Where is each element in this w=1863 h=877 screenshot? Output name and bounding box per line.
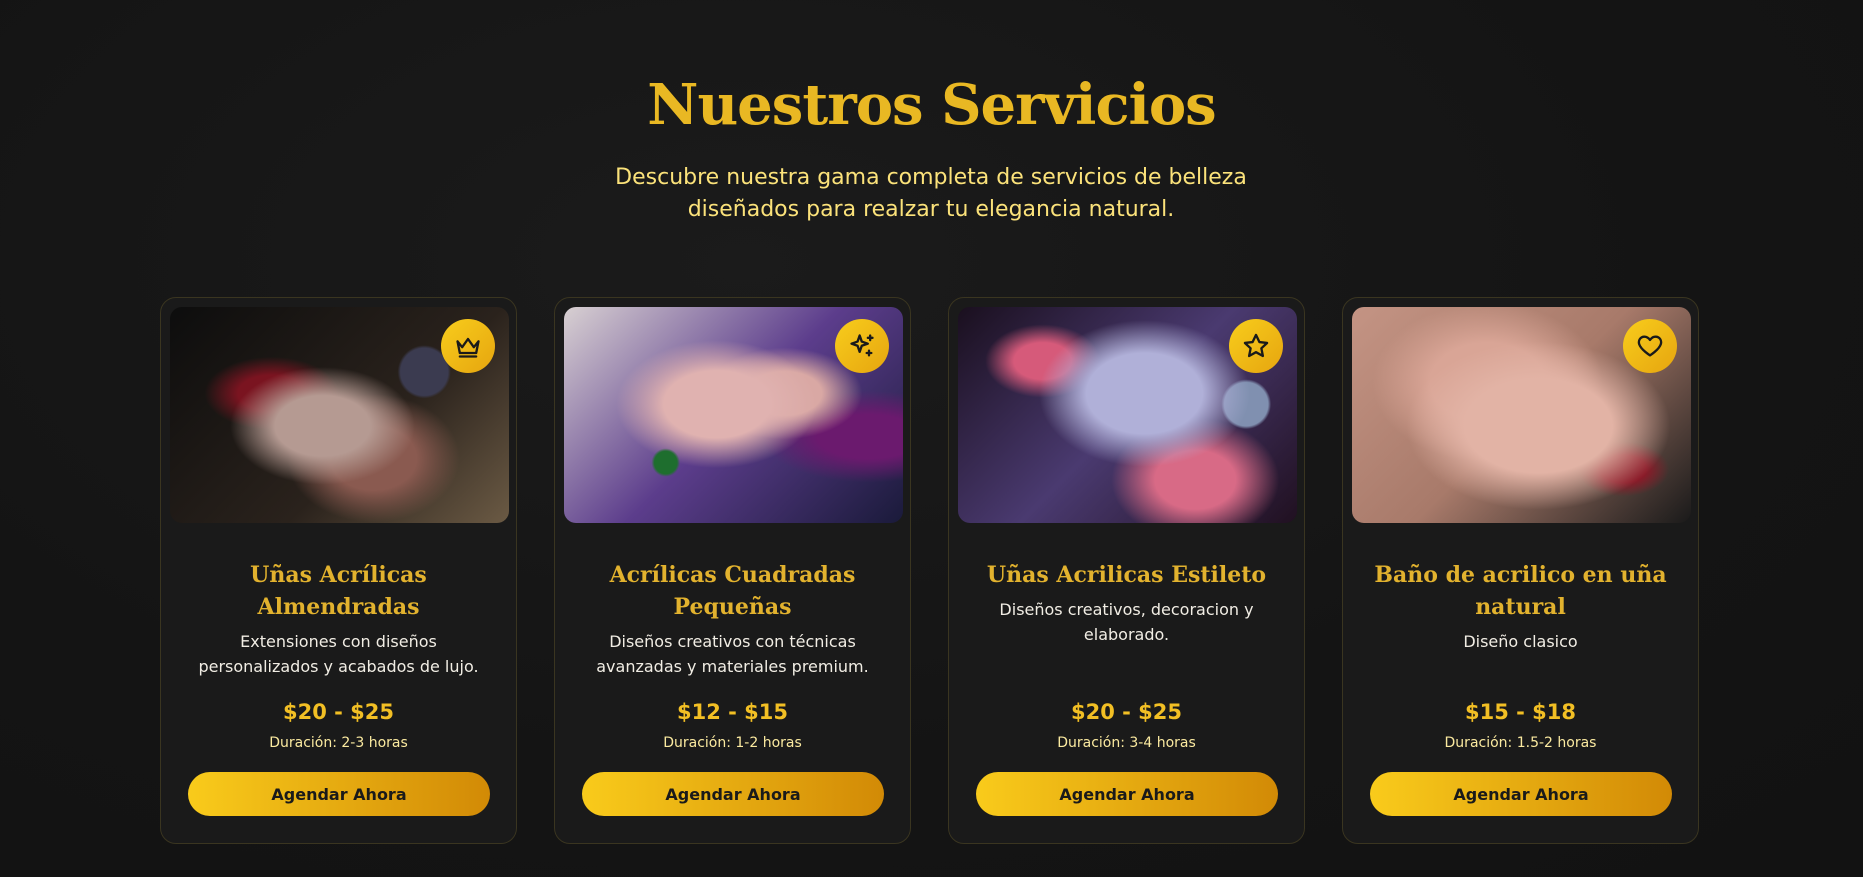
service-card: Uñas Acrílicas Almendradas Extensiones c…: [160, 297, 517, 844]
service-title: Uñas Acrílicas Almendradas: [250, 562, 427, 620]
service-price: $20 - $25: [282, 700, 394, 724]
service-title: Acrílicas Cuadradas Pequeñas: [609, 562, 856, 620]
crown-icon: [441, 319, 495, 373]
heart-icon: [1623, 319, 1677, 373]
service-image: [170, 307, 509, 523]
book-now-button[interactable]: Agendar Ahora: [582, 772, 884, 816]
service-price: $15 - $18: [1464, 700, 1576, 724]
service-price: $12 - $15: [676, 700, 788, 724]
services-grid: Uñas Acrílicas Almendradas Extensiones c…: [160, 297, 1699, 844]
service-description: Diseños creativos, decoracion y elaborad…: [999, 600, 1254, 644]
service-description: Diseño clasico: [1463, 632, 1578, 651]
service-image: [564, 307, 903, 523]
section-title: Nuestros Servicios: [647, 72, 1216, 138]
service-card: Acrílicas Cuadradas Pequeñas Diseños cre…: [554, 297, 911, 844]
service-description: Extensiones con diseños personalizados y…: [198, 632, 479, 676]
book-now-button[interactable]: Agendar Ahora: [976, 772, 1278, 816]
service-price: $20 - $25: [1070, 700, 1182, 724]
star-icon: [1229, 319, 1283, 373]
section-subtitle: Descubre nuestra gama completa de servic…: [615, 165, 1247, 222]
service-duration: Duración: 2-3 horas: [269, 735, 408, 751]
service-duration: Duración: 3-4 horas: [1057, 735, 1196, 751]
service-card: Uñas Acrilicas Estileto Diseños creativo…: [948, 297, 1305, 844]
book-now-button[interactable]: Agendar Ahora: [1370, 772, 1672, 816]
service-image: [958, 307, 1297, 523]
service-description: Diseños creativos con técnicas avanzadas…: [596, 632, 869, 676]
service-duration: Duración: 1.5-2 horas: [1444, 735, 1597, 751]
sparkles-icon: [835, 319, 889, 373]
service-duration: Duración: 1-2 horas: [663, 735, 802, 751]
service-card: Baño de acrilico en uña natural Diseño c…: [1342, 297, 1699, 844]
service-title: Uñas Acrilicas Estileto: [986, 562, 1267, 588]
book-now-button[interactable]: Agendar Ahora: [188, 772, 490, 816]
service-image: [1352, 307, 1691, 523]
service-title: Baño de acrilico en uña natural: [1374, 562, 1667, 620]
